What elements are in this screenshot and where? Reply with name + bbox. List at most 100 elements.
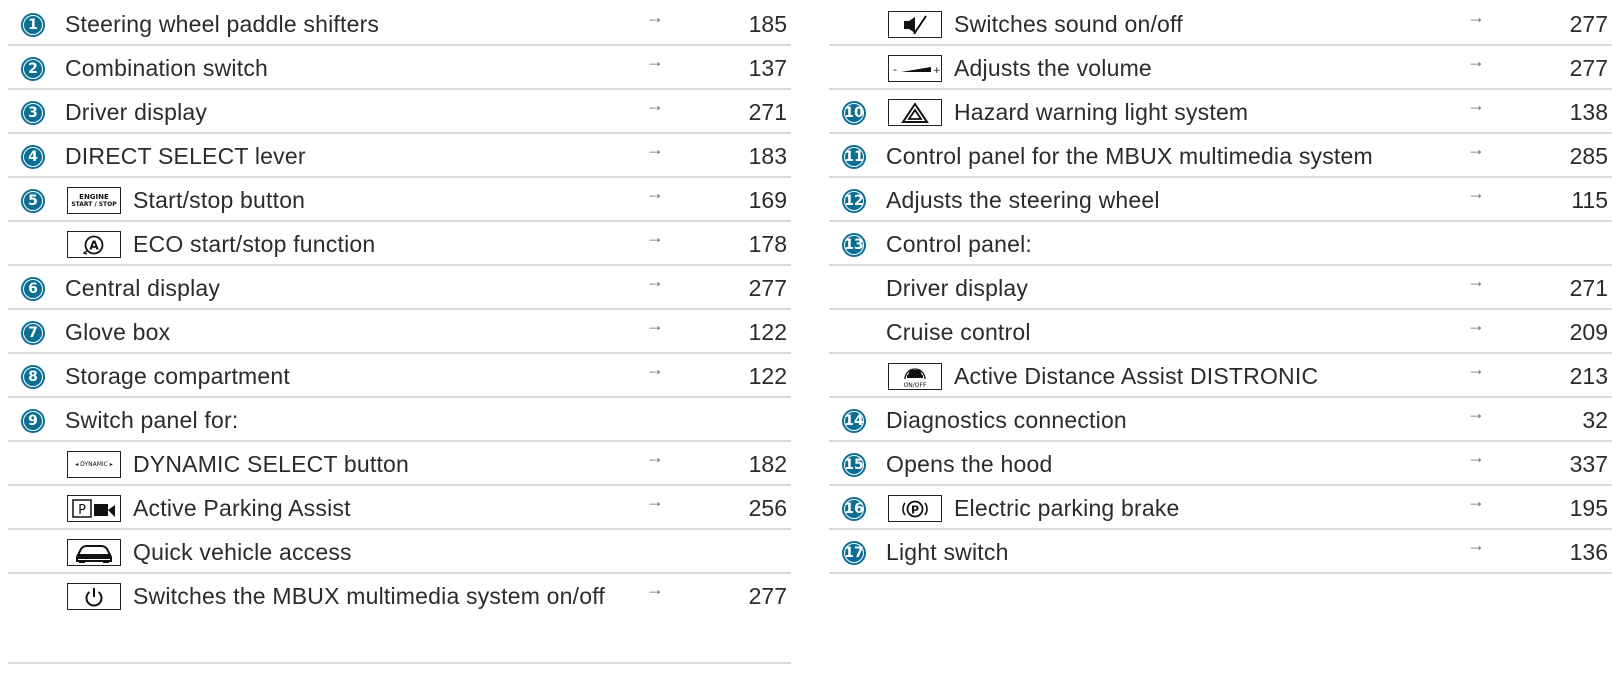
index-row: 15 Opens the hood → 337: [829, 442, 1612, 486]
volume-icon: - +: [888, 55, 942, 82]
reference-arrow: →: [646, 491, 664, 511]
reference-arrow: →: [646, 579, 664, 599]
index-row: Driver display → 271: [829, 266, 1612, 310]
item-number-badge: 1: [21, 13, 45, 37]
item-number-badge: 3: [21, 101, 45, 125]
item-number-badge: 9: [21, 409, 45, 433]
item-number-badge: 10: [842, 101, 866, 125]
page-number: 277: [1569, 11, 1608, 37]
reference-arrow: →: [1467, 359, 1485, 379]
item-label: Electric parking brake: [954, 495, 1180, 521]
hazard-icon: [888, 99, 942, 126]
page-number: 337: [1569, 451, 1608, 477]
page-number: 115: [1571, 187, 1608, 213]
svg-text:A: A: [89, 238, 99, 252]
dynamic-select-icon: ◂ DYNAMIC ▸: [67, 451, 121, 478]
index-row: A ECO start/stop function → 178: [8, 222, 791, 266]
index-row: 14 Diagnostics connection → 32: [829, 398, 1612, 442]
reference-arrow: →: [646, 7, 664, 27]
reference-arrow: →: [1467, 95, 1485, 115]
index-row: 12 Adjusts the steering wheel → 115: [829, 178, 1612, 222]
index-row: Cruise control → 209: [829, 310, 1612, 354]
item-number-badge: 16: [842, 497, 866, 521]
index-row: 5 ENGINE START / STOP Start/stop button → 169: [8, 178, 791, 222]
page-number: 122: [748, 319, 787, 345]
page-number: 277: [748, 583, 787, 609]
svg-text:P: P: [78, 503, 86, 518]
item-label: Diagnostics connection: [886, 407, 1127, 433]
svg-text:+: +: [933, 66, 940, 76]
reference-arrow: →: [646, 227, 664, 247]
reference-arrow: →: [646, 51, 664, 71]
item-label: Steering wheel paddle shifters: [65, 11, 380, 37]
item-label: Switches the MBUX multimedia system on/o…: [133, 583, 605, 609]
page-number: 271: [1569, 275, 1608, 301]
reference-arrow: →: [1467, 403, 1485, 423]
reference-arrow: →: [1467, 491, 1485, 511]
item-label: DIRECT SELECT lever: [65, 143, 306, 169]
item-number-badge: 8: [21, 365, 45, 389]
index-row: 4 DIRECT SELECT lever → 183: [8, 134, 791, 178]
item-label: Control panel for the MBUX multimedia sy…: [886, 143, 1373, 169]
item-label: Driver display: [65, 99, 208, 125]
item-label: Adjusts the volume: [954, 55, 1152, 81]
reference-arrow: →: [1467, 51, 1485, 71]
page-number: 137: [748, 55, 787, 81]
reference-arrow: →: [1467, 447, 1485, 467]
page-number: 285: [1569, 143, 1608, 169]
svg-text:-: -: [893, 63, 897, 76]
page-number: 256: [748, 495, 787, 521]
reference-arrow: →: [1467, 7, 1485, 27]
item-number-badge: 2: [21, 57, 45, 81]
index-row: ◂ DYNAMIC ▸ DYNAMIC SELECT button → 182: [8, 442, 791, 486]
page-number: 138: [1569, 99, 1608, 125]
reference-arrow: →: [1467, 271, 1485, 291]
vehicle-access-icon: [67, 539, 121, 566]
item-number-badge: 12: [842, 189, 866, 213]
reference-arrow: →: [646, 271, 664, 291]
index-row: 16 P Electric parking brake → 195: [829, 486, 1612, 530]
eco-start-stop-icon: A: [67, 231, 121, 258]
reference-arrow: →: [1467, 139, 1485, 159]
item-label: Start/stop button: [133, 187, 306, 213]
page-number: 182: [748, 451, 787, 477]
index-row: 11 Control panel for the MBUX multimedia …: [829, 134, 1612, 178]
parking-brake-icon: P: [888, 495, 942, 522]
index-column-right: Switches sound on/off → 277- + Adjusts the v…: [829, 2, 1612, 574]
reference-arrow: →: [1467, 535, 1485, 555]
item-number-badge: 4: [21, 145, 45, 169]
item-label: Light switch: [886, 539, 1009, 565]
index-row: 7 Glove box → 122: [8, 310, 791, 354]
engine-start-stop-icon: ENGINE START / STOP: [67, 187, 121, 214]
page-number: 122: [748, 363, 787, 389]
reference-arrow: →: [646, 95, 664, 115]
page-number: 277: [1569, 55, 1608, 81]
index-row: P Active Parking Assist → 256: [8, 486, 791, 530]
item-number-badge: 7: [21, 321, 45, 345]
item-label: Active Parking Assist: [133, 495, 351, 521]
page-number: 271: [748, 99, 787, 125]
item-label: DYNAMIC SELECT button: [133, 451, 410, 477]
index-row: 2 Combination switch → 137: [8, 46, 791, 90]
index-row: 17 Light switch → 136: [829, 530, 1612, 574]
index-column-left: 1 Steering wheel paddle shifters → 185 2 Comb…: [8, 2, 791, 664]
index-row: 6 Central display → 277: [8, 266, 791, 310]
item-label: ECO start/stop function: [133, 231, 376, 257]
item-label: Opens the hood: [886, 451, 1053, 477]
reference-arrow: →: [646, 315, 664, 335]
index-row: 3 Driver display → 271: [8, 90, 791, 134]
mute-icon: [888, 11, 942, 38]
item-number-badge: 13: [842, 233, 866, 257]
item-number-badge: 17: [842, 541, 866, 565]
index-row: Quick vehicle access: [8, 530, 791, 574]
page-number: 209: [1569, 319, 1608, 345]
item-label: Quick vehicle access: [133, 539, 352, 565]
reference-arrow: →: [1467, 183, 1485, 203]
item-label: Driver display: [886, 275, 1029, 301]
reference-arrow: →: [646, 139, 664, 159]
page-number: 183: [748, 143, 787, 169]
index-row: ON/OFF Active Distance Assist DISTRONIC → 2…: [829, 354, 1612, 398]
index-row: 1 Steering wheel paddle shifters → 185: [8, 2, 791, 46]
item-label: Hazard warning light system: [954, 99, 1249, 125]
item-number-badge: 14: [842, 409, 866, 433]
